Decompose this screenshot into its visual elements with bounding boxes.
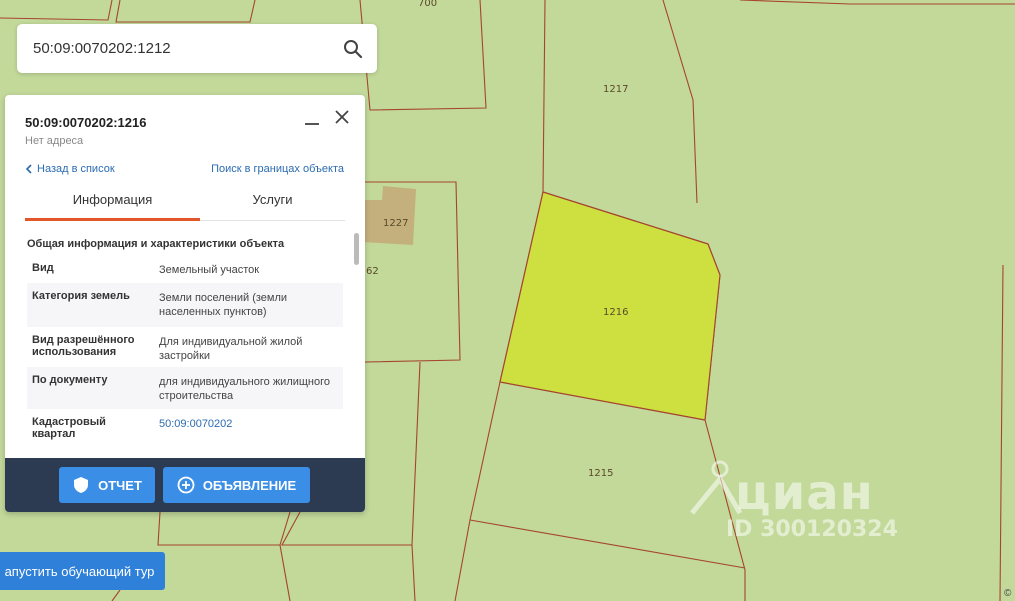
minimize-icon[interactable] [305,123,319,125]
row-value: Земельный участок [159,264,260,276]
start-tour-button[interactable]: апустить обучающий тур [0,552,165,590]
table-row: Вид разрешённого использования Для индив… [27,327,343,367]
table-row: Категория земель Земли поселений (земли … [27,283,343,327]
parcel-label-1217: 1217 [603,84,629,95]
table-row: Кадастровый квартал 50:09:0070202 [27,409,343,440]
parcel-label-1216: 1216 [603,307,629,318]
parcel-label-62: 62 [366,266,379,277]
parcel-address: Нет адреса [25,135,84,147]
panel-footer: ОТЧЕТ ОБЪЯВЛЕНИЕ [5,458,365,512]
info-table: Вид Земельный участок Категория земель З… [27,255,343,440]
parcel-label-1227: 1227 [383,218,409,229]
cadastral-quarter-link[interactable]: 50:09:0070202 [159,417,339,431]
close-icon[interactable] [333,108,351,126]
row-label: Кадастровый квартал [32,416,106,440]
ad-button-label: ОБЪЯВЛЕНИЕ [202,477,297,493]
plus-circle-icon [177,476,195,494]
copyright: © [1004,588,1012,599]
search-in-bounds-link[interactable]: Поиск в границах объекта [211,163,344,175]
back-to-list-link[interactable]: Назад в список [25,163,115,175]
row-label: Категория земель [32,290,130,302]
shield-icon [74,477,89,493]
parcel-label-700: 700 [418,0,438,9]
parcel-title: 50:09:0070202:1216 [25,115,147,130]
chevron-left-icon [25,164,32,174]
row-value: Для индивидуальной жилой застройки [159,336,303,362]
search-icon[interactable] [343,39,363,59]
scrollbar[interactable] [354,233,359,265]
ad-button[interactable]: ОБЪЯВЛЕНИЕ [163,467,310,503]
tab-info[interactable]: Информация [25,190,200,221]
report-button[interactable]: ОТЧЕТ [59,467,155,503]
search-input[interactable] [33,24,333,73]
row-label: Вид разрешённого использования [32,334,135,358]
parcel-label-1215: 1215 [588,468,614,479]
row-label: По документу [32,374,108,386]
panel-tabs: Информация Услуги [25,190,345,221]
table-row: По документу для индивидуального жилищно… [27,367,343,409]
search-box [17,24,377,73]
back-link-label: Назад в список [37,163,115,175]
watermark-logo-text: циан [735,465,874,521]
watermark-id: ID 300120324 [726,517,898,542]
section-title: Общая информация и характеристики объект… [27,238,285,250]
row-value: Земли поселений (земли населенных пункто… [159,292,288,318]
parcel-info-panel: 50:09:0070202:1216 Нет адреса Назад в сп… [5,95,365,512]
row-label: Вид [32,262,54,274]
row-value: для индивидуального жилищного строительс… [159,376,331,402]
tab-services[interactable]: Услуги [200,190,345,218]
report-button-label: ОТЧЕТ [98,477,142,493]
table-row: Вид Земельный участок [27,255,343,283]
